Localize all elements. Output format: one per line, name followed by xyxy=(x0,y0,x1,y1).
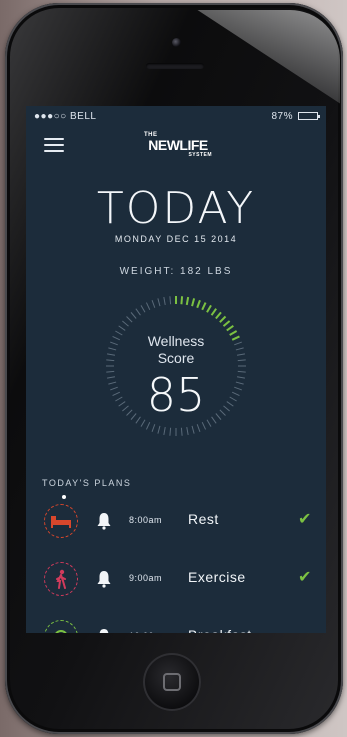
wellness-score-gauge[interactable]: Wellness Score 85 xyxy=(101,291,251,441)
plan-time: 8:00am xyxy=(129,515,163,525)
walking-icon xyxy=(44,562,78,596)
section-indicator-dot xyxy=(62,495,66,499)
gauge-text: Wellness Score 85 xyxy=(101,291,251,441)
plan-item[interactable]: 10:00am Breakfast xyxy=(26,617,326,633)
alarm-bell-icon[interactable] xyxy=(96,512,112,530)
front-camera xyxy=(172,38,181,47)
weight-readout: WEIGHT: 182 LBS xyxy=(119,266,233,277)
plan-name: Breakfast xyxy=(188,627,252,633)
plans-section-title: TODAY'S PLANS xyxy=(42,478,132,488)
gauge-label: Wellness Score xyxy=(101,291,251,367)
plan-time: 9:00am xyxy=(129,573,163,583)
gauge-label-line2: Score xyxy=(157,350,195,366)
bed-icon xyxy=(44,504,78,538)
gauge-label-line1: Wellness xyxy=(147,333,205,349)
plan-item[interactable]: 8:00am Rest ✔ xyxy=(26,501,326,541)
battery-percent: 87% xyxy=(271,110,293,122)
meal-icon xyxy=(44,620,78,633)
plan-time: 10:00am xyxy=(129,631,168,633)
earpiece-speaker xyxy=(146,63,204,69)
battery-icon xyxy=(298,112,320,120)
alarm-bell-icon[interactable] xyxy=(96,570,112,588)
top-nav-bar: THE NEWLIFE SYSTEM xyxy=(26,126,326,168)
alarm-bell-icon[interactable] xyxy=(96,628,112,633)
home-button-square-icon xyxy=(163,673,181,691)
wellness-score-value: 85 xyxy=(146,368,206,422)
current-date: MONDAY DEC 15 2014 xyxy=(114,234,238,244)
plan-item[interactable]: 9:00am Exercise ✔ xyxy=(26,559,326,599)
app-logo: THE NEWLIFE SYSTEM xyxy=(138,132,218,158)
page-title: TODAY xyxy=(96,183,256,234)
hamburger-menu-icon[interactable] xyxy=(44,138,64,152)
status-bar: ●●●○○ BELL 87% xyxy=(26,106,326,126)
check-icon[interactable]: ✔ xyxy=(298,567,311,587)
status-right: 87% xyxy=(271,110,320,122)
logo-main-text: NEWLIFE xyxy=(148,137,208,153)
carrier-label: ●●●○○ BELL xyxy=(34,110,97,122)
plan-name: Exercise xyxy=(188,569,246,585)
app-screen: ●●●○○ BELL 87% THE NEWLIFE SYSTEM TODAY … xyxy=(26,106,326,633)
plan-name: Rest xyxy=(188,511,219,527)
check-icon[interactable]: ✔ xyxy=(298,509,311,529)
